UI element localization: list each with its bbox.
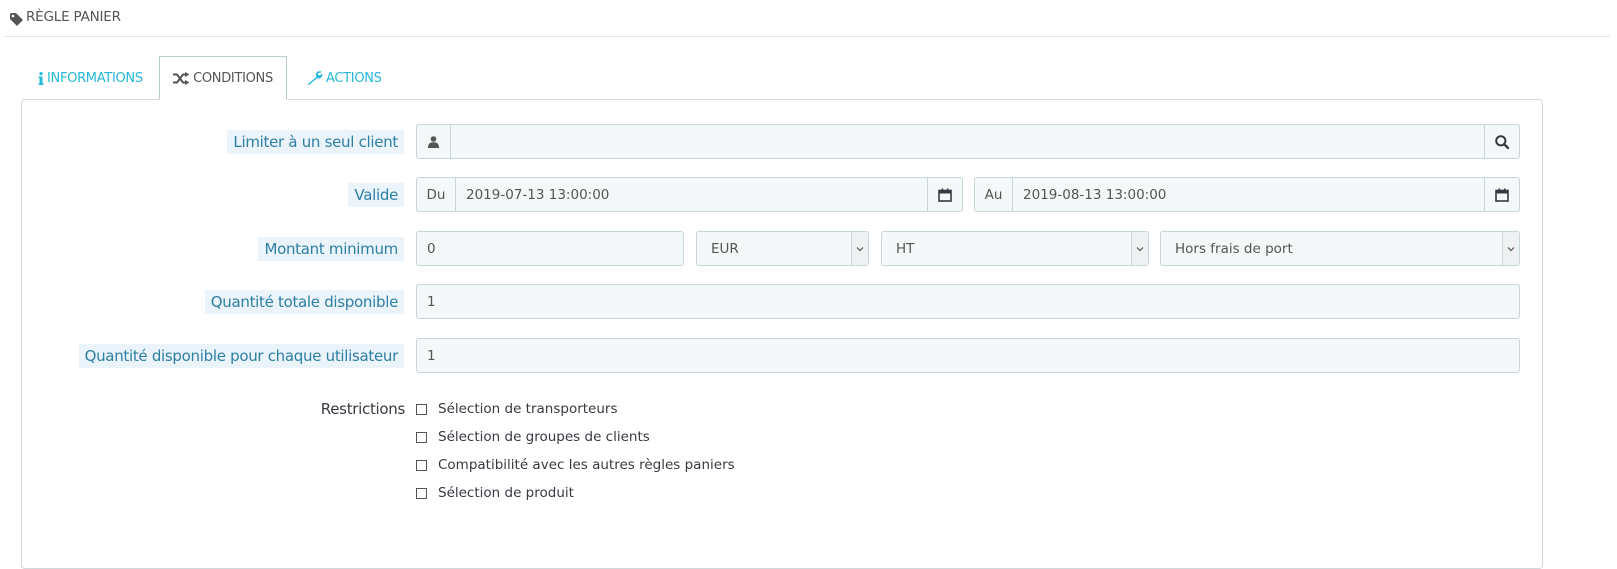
minimum-amount-value: 0	[427, 240, 436, 257]
chevron-down-icon	[1131, 232, 1148, 265]
conditions-panel	[21, 99, 1543, 569]
restriction-customer-groups[interactable]: Sélection de groupes de clients	[416, 427, 650, 447]
checkbox-label: Sélection de groupes de clients	[438, 429, 650, 445]
shipping-value: Hors frais de port	[1175, 240, 1293, 257]
tab-label: ACTIONS	[326, 70, 382, 86]
info-icon	[38, 71, 44, 85]
shipping-select[interactable]: Hors frais de port	[1160, 231, 1520, 266]
total-quantity-value: 1	[427, 293, 436, 310]
currency-select[interactable]: EUR	[696, 231, 869, 266]
currency-value: EUR	[711, 240, 739, 257]
restriction-products[interactable]: Sélection de produit	[416, 483, 574, 503]
valid-label: Valide	[348, 183, 404, 207]
user-icon	[417, 125, 451, 158]
tax-value: HT	[896, 240, 915, 257]
tab-label: INFORMATIONS	[47, 70, 143, 86]
tax-select[interactable]: HT	[881, 231, 1149, 266]
calendar-icon[interactable]	[1484, 178, 1519, 211]
per-user-quantity-label: Quantité disponible pour chaque utilisat…	[78, 344, 404, 368]
total-quantity-label: Quantité totale disponible	[204, 290, 404, 314]
shuffle-icon	[173, 71, 190, 85]
date-to-input[interactable]: 2019-08-13 13:00:00	[1013, 187, 1166, 203]
tag-icon	[10, 11, 23, 30]
date-to-field[interactable]: Au 2019-08-13 13:00:00	[974, 177, 1520, 212]
customer-search-field[interactable]	[416, 124, 1520, 159]
checkbox[interactable]	[416, 487, 427, 499]
checkbox-label: Sélection de produit	[438, 485, 574, 501]
panel-title: RÈGLE PANIER	[26, 9, 121, 25]
date-to-prefix: Au	[975, 178, 1013, 211]
tab-conditions[interactable]: CONDITIONS	[159, 56, 287, 100]
minimum-amount-input[interactable]: 0	[416, 231, 684, 266]
tab-informations[interactable]: INFORMATIONS	[38, 56, 148, 100]
checkbox[interactable]	[416, 431, 427, 443]
date-from-prefix: Du	[417, 178, 456, 211]
tab-actions[interactable]: ACTIONS	[307, 56, 387, 100]
per-user-quantity-value: 1	[427, 347, 436, 364]
tab-label: CONDITIONS	[193, 70, 273, 86]
search-icon[interactable]	[1484, 125, 1519, 158]
restriction-carriers[interactable]: Sélection de transporteurs	[416, 399, 618, 419]
date-from-input[interactable]: 2019-07-13 13:00:00	[456, 187, 609, 203]
chevron-down-icon	[1502, 232, 1519, 265]
checkbox[interactable]	[416, 403, 427, 415]
wrench-icon	[307, 70, 323, 85]
restrictions-label: Restrictions	[320, 400, 406, 418]
per-user-quantity-input[interactable]: 1	[416, 338, 1520, 373]
minimum-amount-label: Montant minimum	[258, 237, 404, 261]
panel-heading: RÈGLE PANIER	[4, 0, 1610, 37]
chevron-down-icon	[851, 232, 868, 265]
checkbox-label: Sélection de transporteurs	[438, 401, 618, 417]
calendar-icon[interactable]	[927, 178, 962, 211]
date-from-field[interactable]: Du 2019-07-13 13:00:00	[416, 177, 963, 212]
checkbox[interactable]	[416, 459, 427, 471]
total-quantity-input[interactable]: 1	[416, 284, 1520, 319]
restriction-cart-rule-compat[interactable]: Compatibilité avec les autres règles pan…	[416, 455, 735, 475]
customer-label: Limiter à un seul client	[227, 130, 404, 154]
checkbox-label: Compatibilité avec les autres règles pan…	[438, 457, 735, 473]
